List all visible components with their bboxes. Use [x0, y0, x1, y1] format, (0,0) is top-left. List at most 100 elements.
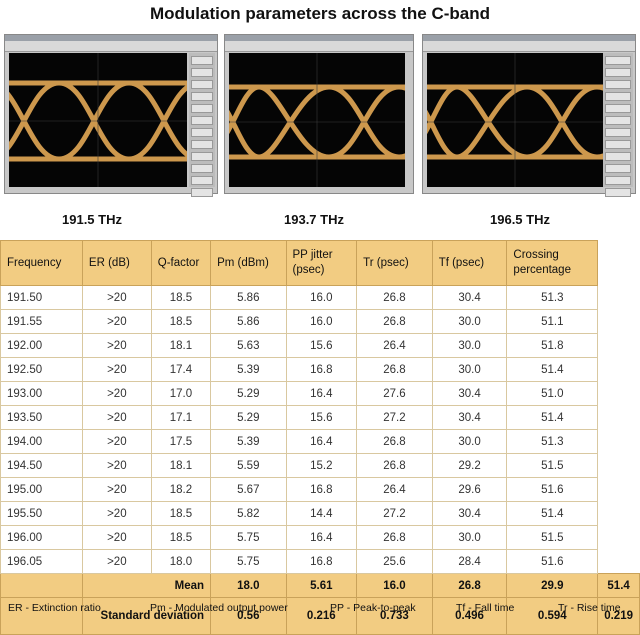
- table-cell: 16.8: [285, 477, 358, 502]
- table-row: 193.00 >20 17.0 5.29 16.4 27.6 30.4 51.0: [0, 381, 640, 406]
- table-cell: 27.2: [356, 405, 433, 430]
- abbreviation-legend: ER - Extinction ratio Pm - Modulated out…: [0, 598, 640, 620]
- table-cell: 26.8: [356, 453, 433, 478]
- table-cell: >20: [81, 333, 152, 358]
- table-cell: 5.39: [210, 429, 287, 454]
- table-cell: 17.4: [150, 357, 212, 382]
- table-cell: 17.1: [150, 405, 212, 430]
- summary-row: Mean 18.0 5.61 16.0 26.8 29.9 51.4: [0, 573, 640, 598]
- table-row: 195.50 >20 18.5 5.82 14.4 27.2 30.4 51.4: [0, 501, 640, 526]
- table-cell: 18.5: [150, 501, 212, 526]
- table-cell: 30.0: [431, 357, 508, 382]
- table-cell: 16.4: [285, 381, 358, 406]
- table-cell: 51.6: [506, 549, 599, 574]
- modulation-parameters-table: Frequency ER (dB) Q-factor Pm (dBm) PP jitte…: [0, 240, 640, 635]
- eye-label-3: 196.5 THz: [490, 212, 550, 227]
- table-cell: 29.2: [431, 453, 508, 478]
- summary-value: 18.0: [210, 573, 287, 598]
- table-cell: 18.5: [150, 525, 212, 550]
- table-cell: >20: [81, 477, 152, 502]
- eye-label-2: 193.7 THz: [284, 212, 344, 227]
- table-cell: 15.6: [285, 405, 358, 430]
- eye-diagram-3: [427, 53, 603, 187]
- table-cell: 5.75: [210, 549, 287, 574]
- table-cell: 30.4: [431, 381, 508, 406]
- eye-trace-3: [427, 53, 603, 187]
- table-cell: 191.50: [0, 285, 83, 310]
- table-cell: 192.50: [0, 357, 83, 382]
- table-cell: 15.6: [285, 333, 358, 358]
- column-header: PP jitter (psec): [285, 240, 358, 286]
- oscilloscope-window-2: [224, 34, 414, 194]
- scope-toolbar: [423, 41, 635, 52]
- table-row: 195.00 >20 18.2 5.67 16.8 26.4 29.6 51.6: [0, 477, 640, 502]
- table-cell: 18.1: [150, 453, 212, 478]
- table-cell: 195.00: [0, 477, 83, 502]
- table-cell: 192.00: [0, 333, 83, 358]
- table-cell: 5.39: [210, 357, 287, 382]
- table-cell: 30.0: [431, 309, 508, 334]
- table-row: 194.00 >20 17.5 5.39 16.4 26.8 30.0 51.3: [0, 429, 640, 454]
- table-cell: 18.1: [150, 333, 212, 358]
- scope-side-panel: [189, 53, 215, 197]
- column-header: Frequency: [0, 240, 83, 286]
- table-row: 192.50 >20 17.4 5.39 16.8 26.8 30.0 51.4: [0, 357, 640, 382]
- summary-blank-cell: [0, 573, 83, 598]
- scope-side-panel: [603, 53, 633, 197]
- table-cell: 16.0: [285, 309, 358, 334]
- table-cell: 30.0: [431, 333, 508, 358]
- table-cell: 196.05: [0, 549, 83, 574]
- table-cell: 5.86: [210, 285, 287, 310]
- eye-label-1: 191.5 THz: [62, 212, 122, 227]
- table-cell: 51.4: [506, 405, 599, 430]
- table-cell: 29.6: [431, 477, 508, 502]
- table-cell: 51.0: [506, 381, 599, 406]
- table-cell: 26.8: [356, 525, 433, 550]
- table-cell: 5.59: [210, 453, 287, 478]
- table-body: 191.50 >20 18.5 5.86 16.0 26.8 30.4 51.3 191.55 >…: [0, 285, 640, 635]
- table-cell: 16.0: [285, 285, 358, 310]
- table-cell: >20: [81, 501, 152, 526]
- scope-toolbar: [225, 41, 413, 52]
- table-cell: 51.4: [506, 501, 599, 526]
- column-header: Q-factor: [150, 240, 212, 286]
- table-cell: 15.2: [285, 453, 358, 478]
- summary-value: 5.61: [285, 573, 358, 598]
- table-cell: 196.00: [0, 525, 83, 550]
- legend-item: ER - Extinction ratio: [8, 602, 101, 614]
- table-cell: 5.86: [210, 309, 287, 334]
- table-cell: 26.8: [356, 309, 433, 334]
- column-header: Pm (dBm): [210, 240, 287, 286]
- table-cell: 28.4: [431, 549, 508, 574]
- table-cell: 191.55: [0, 309, 83, 334]
- table-cell: >20: [81, 453, 152, 478]
- table-header-row: Frequency ER (dB) Q-factor Pm (dBm) PP jitte…: [0, 240, 640, 286]
- table-cell: 5.67: [210, 477, 287, 502]
- table-cell: 30.0: [431, 525, 508, 550]
- table-cell: 27.6: [356, 381, 433, 406]
- table-cell: 30.0: [431, 429, 508, 454]
- summary-value: 16.0: [356, 573, 433, 598]
- table-cell: 18.0: [150, 549, 212, 574]
- oscilloscope-window-1: [4, 34, 218, 197]
- table-cell: 18.5: [150, 309, 212, 334]
- column-header: Tf (psec): [431, 240, 508, 286]
- table-cell: 17.0: [150, 381, 212, 406]
- scope-toolbar: [5, 41, 217, 52]
- table-cell: 26.8: [356, 357, 433, 382]
- table-cell: >20: [81, 549, 152, 574]
- oscilloscope-window-3: [422, 34, 636, 197]
- table-cell: 30.4: [431, 285, 508, 310]
- table-row: 194.50 >20 18.1 5.59 15.2 26.8 29.2 51.5: [0, 453, 640, 478]
- table-cell: 16.8: [285, 357, 358, 382]
- eye-trace-2: [229, 53, 405, 187]
- table-row: 196.05 >20 18.0 5.75 16.8 25.6 28.4 51.6: [0, 549, 640, 574]
- table-cell: >20: [81, 357, 152, 382]
- table-cell: 26.4: [356, 477, 433, 502]
- summary-value: 29.9: [506, 573, 599, 598]
- table-cell: 51.3: [506, 285, 599, 310]
- table-cell: 51.5: [506, 453, 599, 478]
- table-cell: >20: [81, 405, 152, 430]
- figure-title: Modulation parameters across the C-band: [149, 4, 491, 23]
- summary-value: 51.4: [597, 573, 640, 598]
